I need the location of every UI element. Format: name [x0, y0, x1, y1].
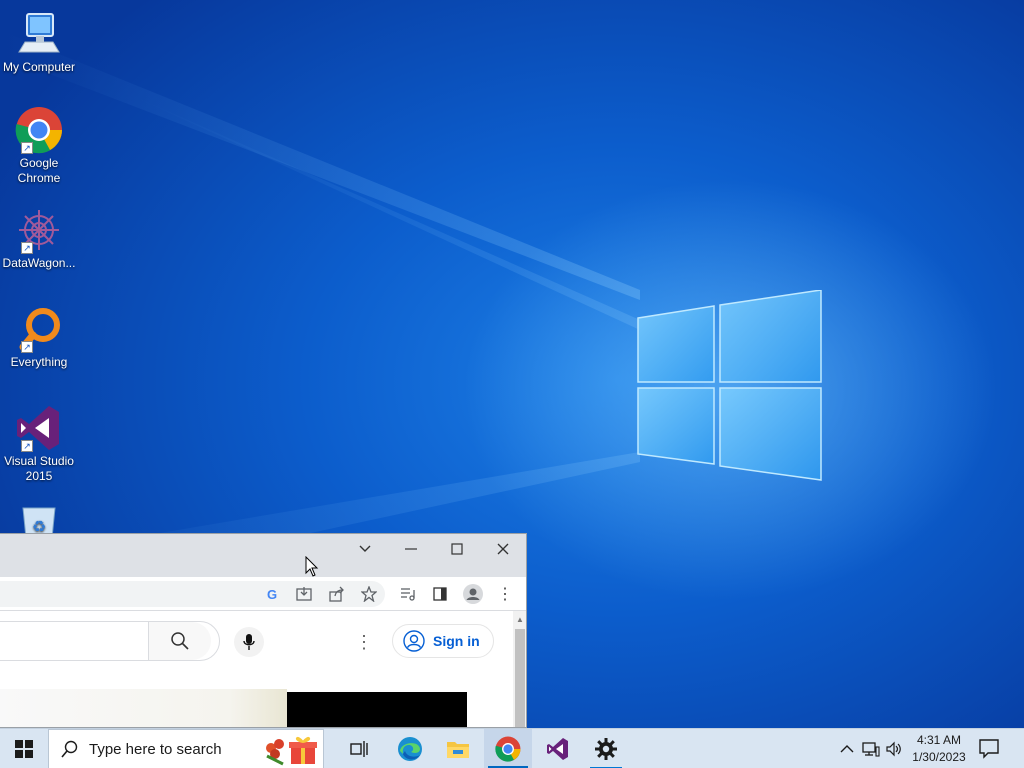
- windows-start-icon: [15, 740, 33, 758]
- chrome-browser-window[interactable]: G ⋮ ⋮ Sign in ▲: [0, 533, 527, 728]
- settings-menu-icon[interactable]: ⋮: [354, 629, 374, 655]
- maximize-icon: [451, 543, 463, 555]
- scrollbar-thumb[interactable]: [515, 629, 525, 727]
- microphone-icon: [243, 634, 255, 650]
- computer-icon: [15, 10, 63, 58]
- close-button[interactable]: [480, 534, 526, 564]
- account-icon: [403, 630, 425, 652]
- taskbar: Type here to search 4:31 AM 1/30/2023: [0, 728, 1024, 768]
- desktop-icon-google-chrome[interactable]: ↗ Google Chrome: [0, 106, 78, 186]
- visual-studio-icon: [547, 738, 568, 760]
- profile-icon[interactable]: [462, 583, 484, 605]
- taskbar-app-settings[interactable]: [582, 729, 630, 768]
- file-explorer-icon: [447, 742, 469, 758]
- visual-studio-icon: ↗: [15, 404, 63, 452]
- minimize-button[interactable]: [388, 534, 434, 564]
- tab-search-chevron-button[interactable]: [342, 534, 388, 564]
- search-highlight-gifts-icon: [266, 736, 317, 766]
- chrome-icon: [495, 736, 521, 762]
- close-icon: [497, 543, 509, 555]
- network-icon[interactable]: [861, 739, 881, 759]
- search-input[interactable]: [0, 621, 220, 661]
- shortcut-arrow-icon: ↗: [21, 142, 33, 154]
- notification-icon: [979, 739, 999, 759]
- desktop-icon-label: Everything: [10, 355, 68, 369]
- scroll-up-arrow-icon[interactable]: ▲: [516, 615, 524, 624]
- desktop-icon-label: DataWagon...: [2, 256, 76, 270]
- windows-logo-wallpaper: [637, 290, 822, 481]
- desktop-icon-everything[interactable]: ↗ Everything: [0, 305, 78, 370]
- browser-toolbar: G ⋮: [0, 577, 526, 611]
- menu-kebab-icon[interactable]: ⋮: [494, 583, 516, 605]
- taskbar-search-placeholder: Type here to search: [89, 740, 222, 758]
- volume-icon[interactable]: [884, 739, 904, 759]
- taskbar-app-edge[interactable]: [386, 729, 434, 768]
- share-icon[interactable]: [326, 583, 348, 605]
- mouse-cursor-icon: [305, 556, 319, 577]
- taskbar-search-box[interactable]: Type here to search: [48, 729, 324, 768]
- clock-time: 4:31 AM: [916, 733, 962, 747]
- bookmark-star-icon[interactable]: [358, 583, 380, 605]
- desktop-icon-label: Google Chrome: [17, 156, 61, 185]
- taskbar-app-visual-studio[interactable]: [534, 729, 582, 768]
- chrome-icon: ↗: [15, 106, 63, 154]
- shortcut-arrow-icon: ↗: [21, 440, 33, 452]
- search-icon: [61, 740, 78, 758]
- shortcut-arrow-icon: ↗: [21, 341, 33, 353]
- sign-in-label: Sign in: [433, 633, 480, 649]
- start-button[interactable]: [0, 729, 48, 768]
- page-scrollbar[interactable]: ▲: [513, 611, 526, 727]
- settings-gear-icon: [595, 738, 617, 760]
- clock-date: 1/30/2023: [912, 750, 966, 764]
- search-button[interactable]: [148, 622, 211, 660]
- desktop-icon-datawagon[interactable]: ↗ DataWagon...: [0, 206, 78, 271]
- desktop-icon-label: Visual Studio 2015: [4, 454, 74, 483]
- notification-center-button[interactable]: [978, 737, 1004, 761]
- side-panel-icon[interactable]: [429, 583, 451, 605]
- web-page-content: ⋮ Sign in ▲: [0, 611, 526, 727]
- task-view-button[interactable]: [336, 729, 384, 768]
- desktop-icon-label: My Computer: [2, 60, 76, 74]
- minimize-icon: [405, 548, 417, 550]
- taskbar-clock[interactable]: 4:31 AM 1/30/2023: [906, 732, 972, 766]
- search-icon: [171, 632, 189, 650]
- everything-search-icon: ↗: [15, 305, 63, 353]
- sign-in-button[interactable]: Sign in: [392, 624, 494, 658]
- desktop-icon-my-computer[interactable]: My Computer: [0, 10, 78, 75]
- install-app-icon[interactable]: [293, 583, 315, 605]
- maximize-button[interactable]: [434, 534, 480, 564]
- video-thumbnail[interactable]: [0, 689, 287, 727]
- show-hidden-icons-chevron-up-icon[interactable]: [837, 739, 857, 759]
- edge-icon: [398, 737, 422, 761]
- datawagon-icon: ↗: [15, 206, 63, 254]
- video-thumbnail[interactable]: [287, 692, 467, 727]
- taskbar-app-file-explorer[interactable]: [434, 729, 482, 768]
- chevron-down-icon: [359, 545, 371, 552]
- google-lens-icon[interactable]: G: [261, 583, 283, 605]
- browser-titlebar[interactable]: [0, 534, 526, 577]
- voice-search-button[interactable]: [234, 627, 264, 657]
- media-queue-icon[interactable]: [397, 583, 419, 605]
- desktop-icon-visual-studio[interactable]: ↗ Visual Studio 2015: [0, 404, 78, 484]
- taskbar-app-chrome[interactable]: [484, 729, 532, 768]
- task-view-icon: [350, 741, 368, 757]
- shortcut-arrow-icon: ↗: [21, 242, 33, 254]
